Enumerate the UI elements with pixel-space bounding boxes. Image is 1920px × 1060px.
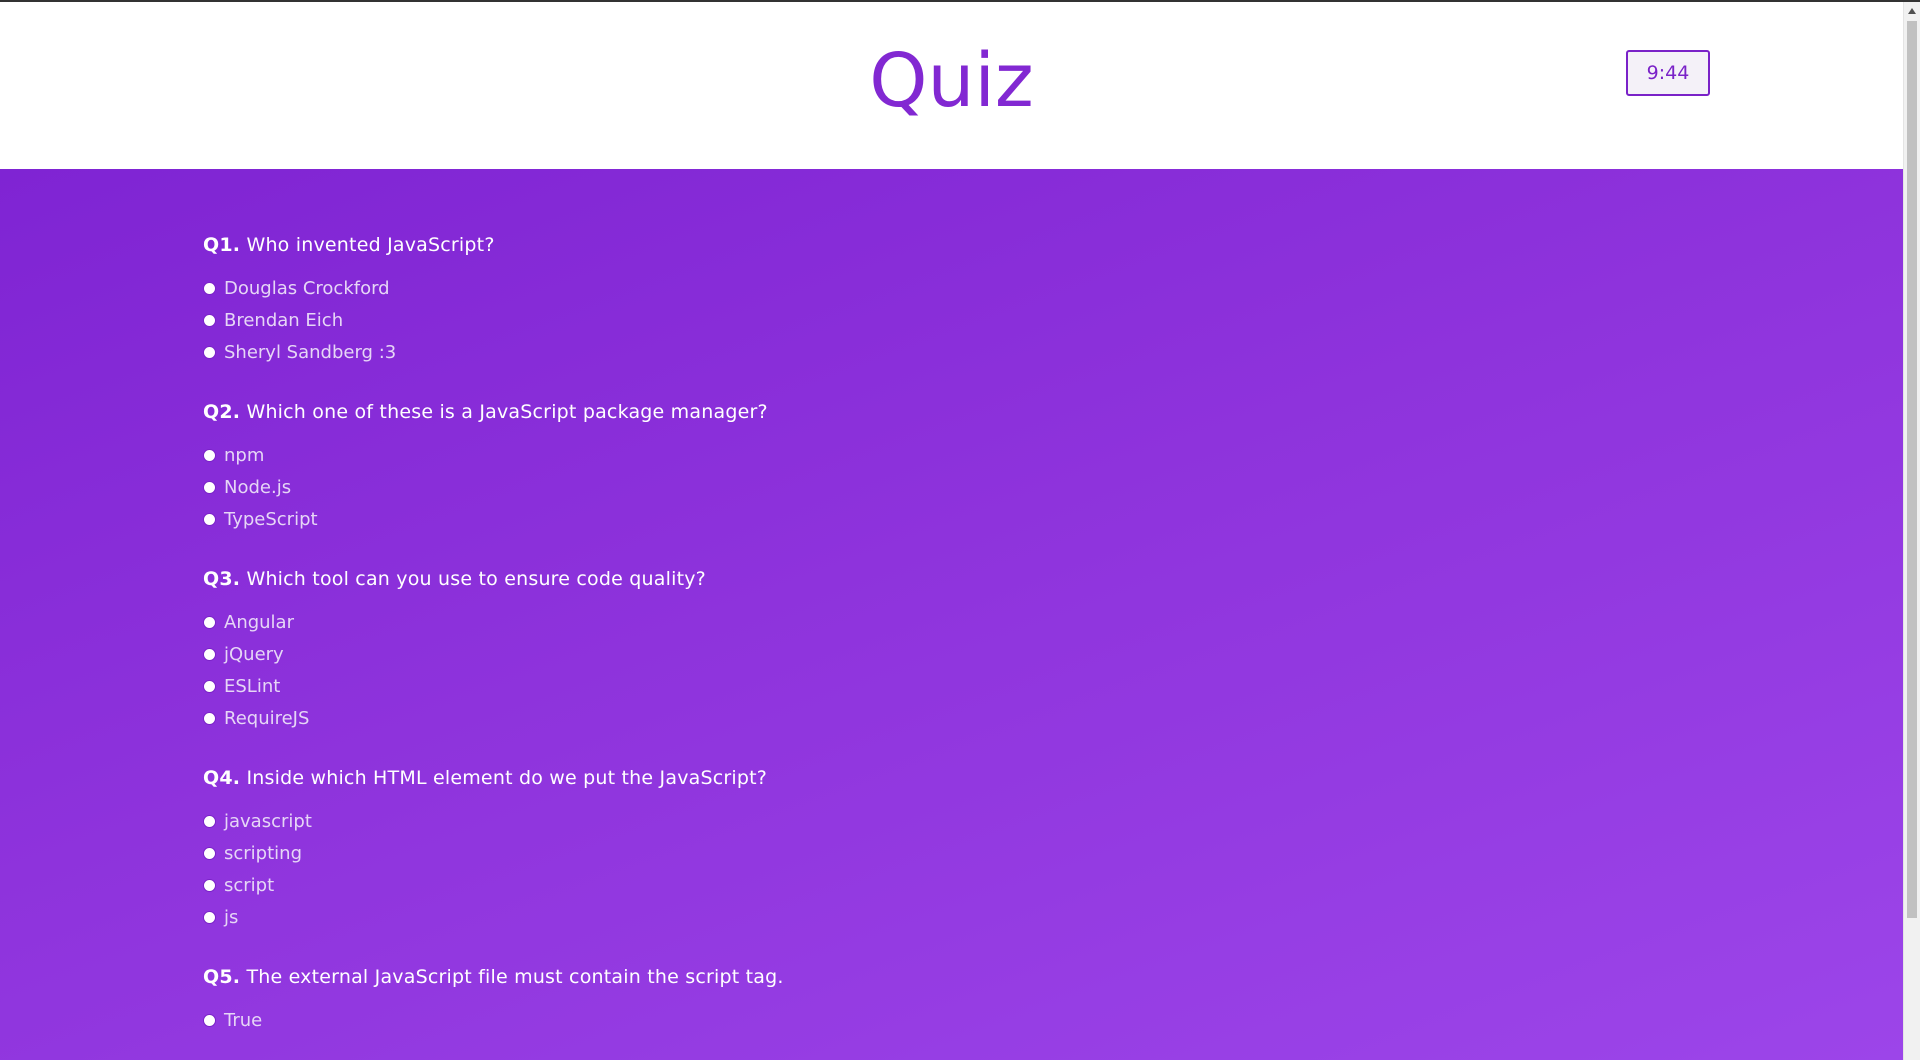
answer-label: Brendan Eich [224, 309, 344, 331]
page-title: Quiz [869, 38, 1034, 124]
question-number: Q4. [203, 767, 241, 789]
answer-label: TypeScript [224, 508, 318, 530]
question-text: Q3. Which tool can you use to ensure cod… [203, 567, 1603, 591]
answer-label: js [224, 906, 239, 928]
radio-button[interactable] [203, 512, 216, 526]
radio-button[interactable] [203, 448, 216, 462]
answer-option[interactable]: TypeScript [203, 503, 1603, 535]
answer-label: javascript [224, 810, 312, 832]
answer-option[interactable]: script [203, 869, 1603, 901]
answer-label: Sheryl Sandberg :3 [224, 341, 397, 363]
radio-button[interactable] [203, 647, 216, 661]
countdown-timer: 9:44 [1626, 50, 1710, 96]
answer-option[interactable]: js [203, 901, 1603, 933]
page-header: Quiz 9:44 [0, 2, 1903, 169]
radio-button[interactable] [203, 480, 216, 494]
answer-label: jQuery [224, 643, 284, 665]
question-label: Which tool can you use to ensure code qu… [246, 568, 706, 590]
radio-button[interactable] [203, 679, 216, 693]
question-number: Q5. [203, 966, 241, 988]
question-label: Which one of these is a JavaScript packa… [246, 401, 768, 423]
scroll-up-arrow-icon[interactable] [1908, 8, 1916, 14]
answer-label: scripting [224, 842, 302, 864]
question-list: Q1. Who invented JavaScript? Douglas Cro… [203, 233, 1603, 1060]
radio-button[interactable] [203, 313, 216, 327]
quiz-area: Q1. Who invented JavaScript? Douglas Cro… [0, 169, 1903, 1060]
question-text: Q4. Inside which HTML element do we put … [203, 766, 1603, 790]
question-5: Q5. The external JavaScript file must co… [203, 965, 1603, 1036]
vertical-scrollbar[interactable] [1903, 2, 1920, 1060]
question-text: Q2. Which one of these is a JavaScript p… [203, 400, 1603, 424]
answer-option[interactable]: Brendan Eich [203, 304, 1603, 336]
answer-option[interactable]: javascript [203, 805, 1603, 837]
question-label: Inside which HTML element do we put the … [246, 767, 768, 789]
answer-option[interactable]: jQuery [203, 638, 1603, 670]
question-4: Q4. Inside which HTML element do we put … [203, 766, 1603, 933]
radio-button[interactable] [203, 615, 216, 629]
answer-option[interactable]: npm [203, 439, 1603, 471]
question-number: Q1. [203, 234, 241, 256]
scrollbar-thumb[interactable] [1907, 21, 1917, 918]
answer-label: Angular [224, 611, 294, 633]
answer-label: True [224, 1009, 263, 1031]
radio-button[interactable] [203, 846, 216, 860]
answer-option[interactable]: RequireJS [203, 702, 1603, 734]
answer-option[interactable]: Angular [203, 606, 1603, 638]
answer-label: ESLint [224, 675, 281, 697]
answer-label: Node.js [224, 476, 292, 498]
question-number: Q2. [203, 401, 241, 423]
answer-option[interactable]: ESLint [203, 670, 1603, 702]
answer-label: script [224, 874, 275, 896]
answer-option[interactable]: Douglas Crockford [203, 272, 1603, 304]
answer-option[interactable]: Sheryl Sandberg :3 [203, 336, 1603, 368]
radio-button[interactable] [203, 910, 216, 924]
radio-button[interactable] [203, 814, 216, 828]
question-2: Q2. Which one of these is a JavaScript p… [203, 400, 1603, 535]
question-label: The external JavaScript file must contai… [246, 966, 784, 988]
answer-label: Douglas Crockford [224, 277, 390, 299]
answer-option[interactable]: scripting [203, 837, 1603, 869]
radio-button[interactable] [203, 1013, 216, 1027]
question-number: Q3. [203, 568, 241, 590]
radio-button[interactable] [203, 281, 216, 295]
question-label: Who invented JavaScript? [246, 234, 495, 256]
radio-button[interactable] [203, 345, 216, 359]
answer-option[interactable]: True [203, 1004, 1603, 1036]
question-3: Q3. Which tool can you use to ensure cod… [203, 567, 1603, 734]
answer-option[interactable]: Node.js [203, 471, 1603, 503]
question-text: Q1. Who invented JavaScript? [203, 233, 1603, 257]
answer-label: npm [224, 444, 265, 466]
question-text: Q5. The external JavaScript file must co… [203, 965, 1603, 989]
radio-button[interactable] [203, 878, 216, 892]
radio-button[interactable] [203, 711, 216, 725]
answer-label: RequireJS [224, 707, 310, 729]
question-1: Q1. Who invented JavaScript? Douglas Cro… [203, 233, 1603, 368]
